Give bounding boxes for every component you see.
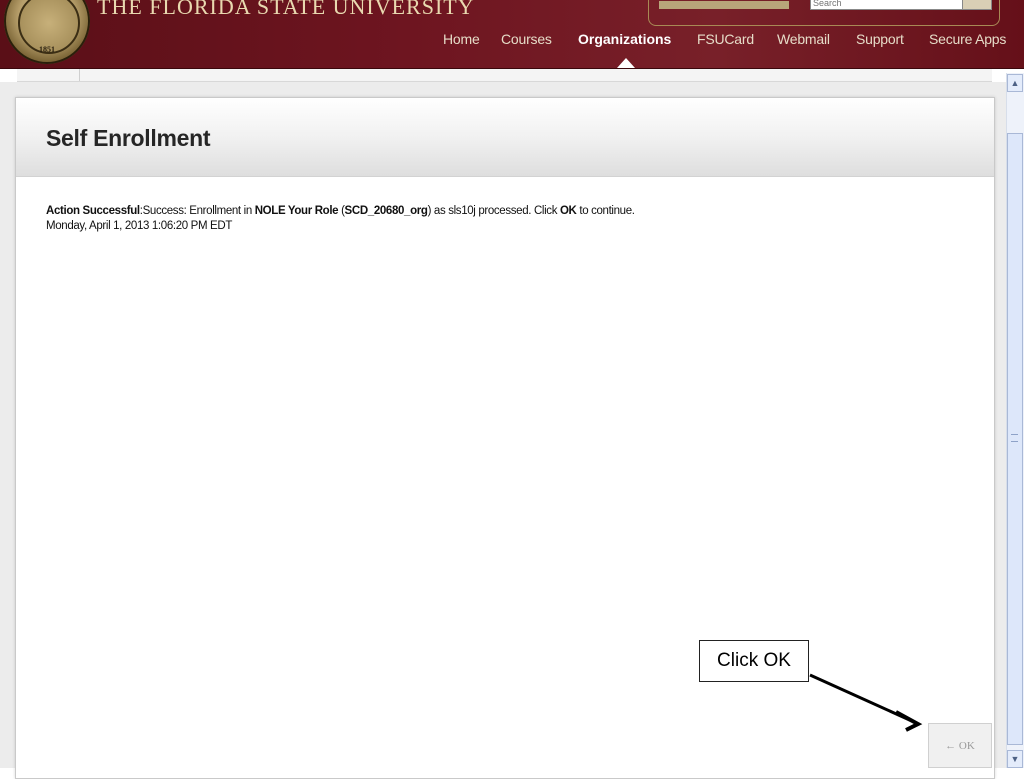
message-text: :Success: Enrollment in	[139, 205, 255, 217]
nav-courses[interactable]: Courses	[501, 31, 552, 47]
panel-header: Self Enrollment	[16, 98, 994, 177]
ok-word: OK	[559, 205, 577, 217]
nav-secure-apps[interactable]: Secure Apps	[929, 31, 1006, 47]
search-go-button[interactable]	[962, 0, 992, 10]
scroll-up-arrow-icon[interactable]: ▲	[1007, 74, 1023, 92]
nav-webmail[interactable]: Webmail	[777, 31, 830, 47]
nav-fsucard[interactable]: FSUCard	[697, 31, 754, 47]
nav-support[interactable]: Support	[856, 31, 904, 47]
content-panel: Self Enrollment Action Successful:Succes…	[15, 97, 995, 779]
nav-home[interactable]: Home	[443, 31, 480, 47]
course-menu-bar	[17, 69, 992, 82]
menu-divider	[79, 69, 80, 81]
nav-organizations[interactable]: Organizations	[578, 31, 671, 47]
message-text: to continue.	[576, 205, 635, 217]
active-tab-indicator	[617, 58, 635, 68]
success-message: Action Successful:Success: Enrollment in…	[46, 204, 635, 234]
search-input[interactable]	[810, 0, 964, 10]
scroll-grip-icon	[1011, 434, 1018, 442]
organization-name: NOLE Your Role	[254, 205, 339, 217]
seal-year: 1851	[39, 45, 55, 54]
search-scope-selector[interactable]	[659, 1, 789, 9]
message-text: ) as sls10j processed. Click	[427, 205, 560, 217]
ok-button[interactable]: ← OK	[928, 723, 992, 768]
annotation-callout: Click OK	[699, 640, 809, 682]
organization-id: SCD_20680_org	[344, 205, 428, 217]
message-timestamp: Monday, April 1, 2013 1:06:20 PM EDT	[46, 220, 232, 232]
scroll-down-arrow-icon[interactable]: ▼	[1007, 750, 1023, 768]
status-label: Action Successful	[46, 205, 140, 217]
university-title[interactable]: THE FLORIDA STATE UNIVERSITY	[97, 0, 475, 20]
page-title: Self Enrollment	[46, 125, 211, 151]
